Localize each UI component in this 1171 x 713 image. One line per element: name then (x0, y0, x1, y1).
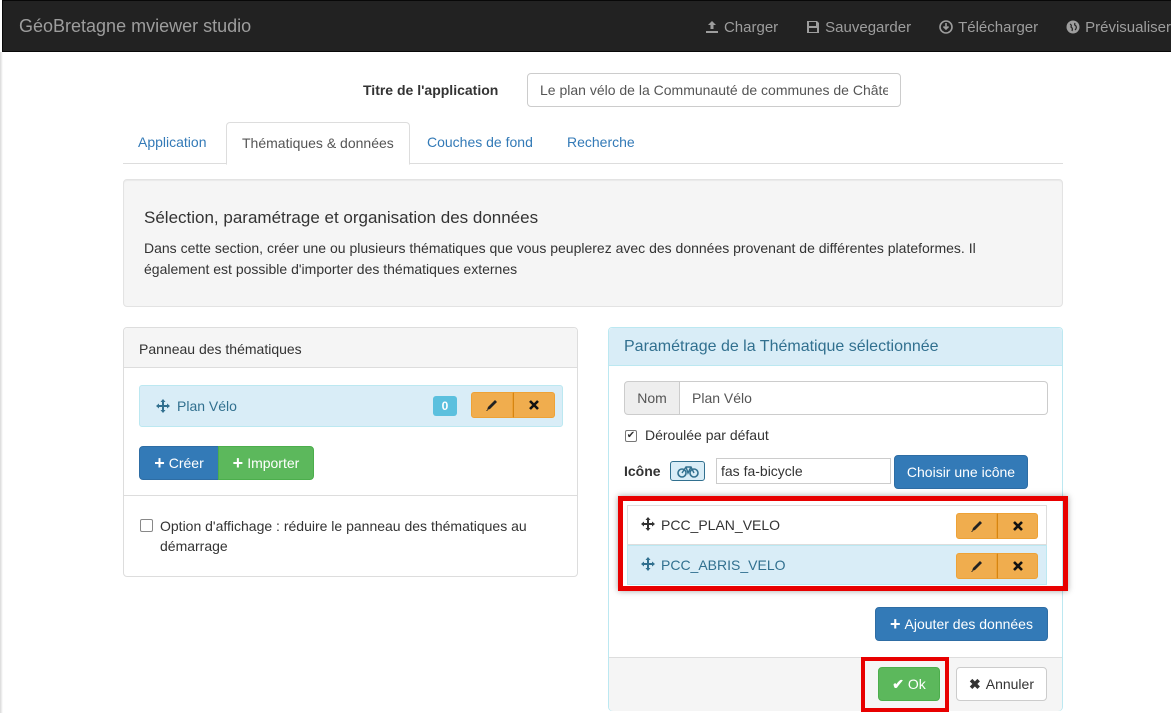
close-icon (529, 400, 539, 410)
edit-layer-button[interactable] (956, 513, 997, 539)
save-button[interactable]: Sauvegarder (806, 19, 911, 36)
pencil-icon (970, 521, 982, 532)
upload-icon (705, 21, 718, 33)
theme-name-input[interactable] (680, 381, 1048, 415)
edit-layer-button[interactable] (956, 553, 997, 579)
globe-icon (1066, 20, 1080, 34)
name-addon: Nom (624, 381, 680, 415)
preview-button[interactable]: Prévisualiser (1066, 19, 1171, 36)
load-button[interactable]: Charger (705, 19, 778, 36)
choose-icon-button[interactable]: Choisir une icône (894, 455, 1028, 489)
panel-divider (124, 495, 577, 496)
theme-item-label: Plan Vélo (177, 398, 237, 414)
close-icon (1012, 561, 1023, 571)
expanded-by-default-label: Déroulée par défaut (645, 427, 769, 443)
layer-name: PCC_ABRIS_VELO (661, 557, 786, 573)
navbar-actions: Charger Sauvegarder Télécharger Prévisua… (677, 1, 1171, 53)
download-button[interactable]: Télécharger (939, 19, 1038, 36)
floppy-disk-icon (807, 21, 820, 33)
layer-actions (956, 513, 1038, 539)
collapse-panel-checkbox[interactable] (140, 519, 153, 532)
delete-layer-button[interactable] (997, 553, 1038, 579)
preview-label: Prévisualiser (1085, 18, 1171, 36)
expanded-by-default-checkbox[interactable]: ✔ (625, 430, 637, 442)
tab-application[interactable]: Application (123, 122, 222, 164)
tab-couches-de-fond[interactable]: Couches de fond (412, 122, 548, 164)
themes-panel: Panneau des thématiques Plan Vélo 0 + Cré… (123, 327, 578, 577)
cancel-button[interactable]: ✖ Annuler (956, 667, 1047, 701)
close-icon (1012, 521, 1023, 531)
bicycle-icon (670, 461, 705, 481)
download-label: Télécharger (958, 18, 1039, 36)
ok-highlight-frame (861, 657, 949, 712)
tab-recherche[interactable]: Recherche (552, 122, 650, 164)
icon-class-input[interactable] (716, 458, 891, 484)
tab-bar: Application Thématiques & données Couche… (123, 122, 1063, 165)
name-input-group: Nom (624, 381, 1048, 415)
app-title-input[interactable] (527, 73, 901, 107)
move-icon[interactable] (641, 517, 655, 531)
save-label: Sauvegarder (825, 18, 912, 36)
add-data-button[interactable]: + Ajouter des données (875, 607, 1048, 641)
layer-row-abris-velo[interactable]: PCC_ABRIS_VELO (627, 545, 1047, 585)
move-icon[interactable] (641, 557, 655, 571)
load-label: Charger (723, 18, 779, 36)
delete-layer-button[interactable] (997, 513, 1038, 539)
layer-row-plan-velo[interactable]: PCC_PLAN_VELO (627, 505, 1047, 545)
layer-count-badge: 0 (433, 396, 457, 416)
move-icon[interactable] (156, 399, 170, 413)
section-heading: Sélection, paramétrage et organisation d… (144, 208, 539, 227)
delete-theme-button[interactable] (513, 392, 555, 418)
app-title-label: Titre de l'application (363, 82, 499, 98)
plus-icon: + (890, 614, 901, 634)
intro-well: Sélection, paramétrage et organisation d… (123, 179, 1063, 307)
download-circle-icon (939, 20, 953, 34)
pencil-icon (970, 561, 982, 572)
icon-label: Icône (624, 463, 661, 479)
import-theme-button[interactable]: + Importer (218, 446, 314, 480)
create-theme-button[interactable]: + Créer (139, 446, 219, 480)
brand-title[interactable]: GéoBretagne mviewer studio (19, 16, 251, 37)
plus-icon: + (232, 453, 244, 473)
themes-panel-title: Panneau des thématiques (124, 328, 577, 368)
edit-theme-button[interactable] (471, 392, 513, 418)
close-icon: ✖ (969, 675, 981, 692)
theme-actions (471, 392, 555, 418)
tab-thematiques[interactable]: Thématiques & données (226, 122, 410, 165)
top-navbar: GéoBretagne mviewer studio Charger Sauve… (2, 0, 1171, 52)
layer-actions (956, 553, 1038, 579)
theme-item-plan-velo[interactable]: Plan Vélo 0 (139, 385, 563, 427)
section-description: Dans cette section, créer une ou plusieu… (144, 240, 976, 277)
theme-settings-title: Paramétrage de la Thématique sélectionné… (609, 328, 1062, 366)
pencil-icon (486, 400, 497, 411)
collapse-panel-label: Option d'affichage : réduire le panneau … (160, 518, 527, 554)
plus-icon: + (154, 453, 165, 473)
layer-name: PCC_PLAN_VELO (661, 517, 781, 533)
page-edge-shadow (0, 52, 3, 713)
